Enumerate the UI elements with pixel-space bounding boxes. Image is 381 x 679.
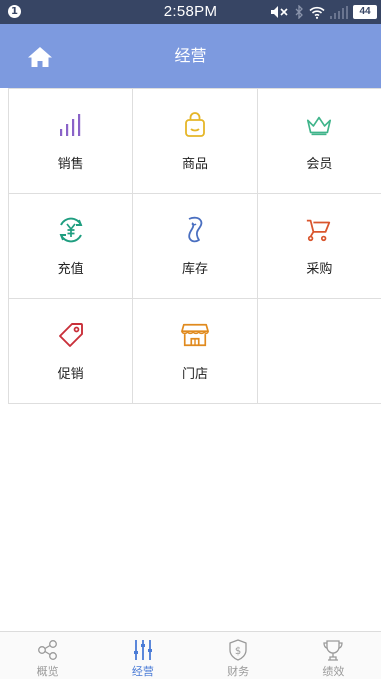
share-nodes-icon <box>36 639 60 661</box>
tab-overview[interactable]: 概览 <box>0 632 95 679</box>
svg-text:$: $ <box>235 646 241 657</box>
mute-icon <box>271 6 288 18</box>
store-icon <box>181 321 209 349</box>
tab-finance[interactable]: $ 财务 <box>191 632 286 679</box>
grid-item-sales[interactable]: 销售 <box>9 89 134 194</box>
bluetooth-icon <box>295 5 303 19</box>
sliders-icon <box>131 639 155 661</box>
page-title: 经营 <box>174 46 207 65</box>
stock-icon <box>181 216 209 244</box>
trophy-icon <box>321 639 345 661</box>
app-screen: 1 2:58PM 44 经营 销售 商品 会员 充值 库存 采购 促销 门店 概… <box>0 0 381 679</box>
grid-item-promotion[interactable]: 促销 <box>9 299 134 404</box>
tab-label: 概览 <box>36 665 59 678</box>
tab-operations[interactable]: 经营 <box>95 632 190 679</box>
cart-icon <box>305 216 333 244</box>
function-grid: 销售 商品 会员 充值 库存 采购 促销 门店 <box>8 88 381 404</box>
grid-item-label: 充值 <box>57 261 84 277</box>
grid-item-label: 会员 <box>306 156 333 172</box>
signal-icon <box>330 5 348 19</box>
grid-item-label: 库存 <box>181 261 208 277</box>
grid-item-products[interactable]: 商品 <box>133 89 258 194</box>
grid-item-inventory[interactable]: 库存 <box>133 194 258 299</box>
crown-icon <box>305 111 333 139</box>
status-icons: 44 <box>270 4 377 20</box>
grid-item-store[interactable]: 门店 <box>133 299 258 404</box>
grid-item-label: 门店 <box>181 366 208 382</box>
grid-item-label: 采购 <box>306 261 333 277</box>
grid-item-label: 销售 <box>57 156 84 172</box>
bag-icon <box>181 111 209 139</box>
app-header: 经营 <box>0 24 381 88</box>
grid-item-recharge[interactable]: 充值 <box>9 194 134 299</box>
grid-item-purchase[interactable]: 采购 <box>257 194 381 299</box>
tab-label: 绩效 <box>322 665 345 678</box>
wifi-icon <box>309 6 325 19</box>
bottom-tab-bar: 概览 经营 $ 财务 绩效 <box>0 631 381 679</box>
tab-performance[interactable]: 绩效 <box>286 632 381 679</box>
bar-chart-icon <box>57 111 85 139</box>
status-bar: 1 2:58PM 44 <box>0 0 381 24</box>
tab-label: 经营 <box>131 665 154 678</box>
tag-icon <box>57 321 85 349</box>
grid-item-empty <box>257 299 381 404</box>
grid-item-members[interactable]: 会员 <box>257 89 381 194</box>
grid-item-label: 商品 <box>181 156 208 172</box>
grid-item-label: 促销 <box>57 366 84 382</box>
battery-icon: 44 <box>353 5 377 19</box>
money-shield-icon: $ <box>226 639 250 661</box>
yuan-recharge-icon <box>57 216 85 244</box>
tab-label: 财务 <box>227 665 250 678</box>
